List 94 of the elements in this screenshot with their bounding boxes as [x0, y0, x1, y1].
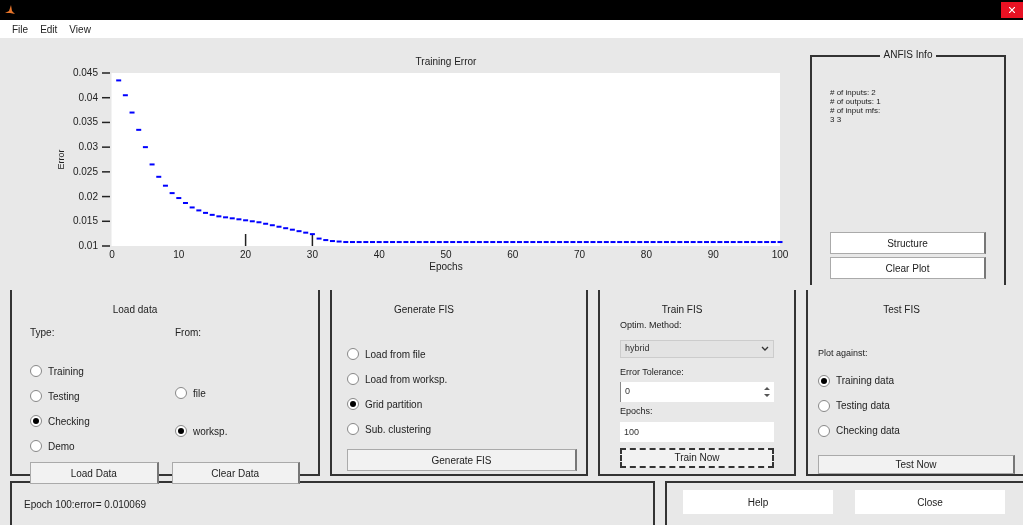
radio-label: Training data: [836, 374, 894, 388]
radio-label: Sub. clustering: [365, 422, 432, 437]
panel-title: Test FIS: [883, 303, 920, 317]
field-label: Epochs:: [620, 405, 654, 418]
x-tick-label: 20: [240, 249, 252, 260]
radio-label: Testing: [48, 389, 80, 404]
x-tick-label: 70: [574, 249, 586, 260]
data-point: [162, 184, 168, 187]
data-point: [116, 79, 122, 82]
spinner-icon: [764, 386, 770, 398]
push-button[interactable]: Generate FIS: [347, 449, 577, 471]
radio-button[interactable]: [30, 415, 42, 427]
x-tick-label: 100: [771, 249, 789, 260]
info-text: # of input mfs:: [830, 106, 882, 115]
train-button[interactable]: Train Now: [620, 447, 774, 468]
close-button[interactable]: [1001, 2, 1023, 18]
data-point: [122, 94, 128, 97]
y-tick-label: 0.03: [78, 141, 98, 153]
x-tick-label: 90: [707, 249, 719, 260]
x-tick-label: 60: [507, 249, 519, 260]
data-point: [176, 197, 182, 200]
radio-label: Checking: [48, 414, 90, 429]
radio-label: Training: [48, 364, 84, 379]
data-point: [142, 146, 148, 149]
info-text: # of inputs: 2: [830, 88, 877, 97]
radio-button[interactable]: [175, 425, 187, 437]
x-tick-label: 0: [109, 249, 115, 260]
panel-title: Train FIS: [661, 303, 703, 317]
menu-item[interactable]: Edit: [40, 21, 58, 37]
method-dropdown[interactable]: hybrid: [620, 339, 774, 358]
x-tick-label: 10: [173, 249, 185, 260]
menu-item[interactable]: File: [12, 21, 29, 37]
info-text: 3 3: [830, 115, 843, 124]
status-text: Epoch 100:error= 0.010069: [24, 499, 147, 510]
tolerance-field[interactable]: 0: [620, 382, 774, 402]
chart-title: Training Error: [415, 56, 477, 67]
field-label: Optim. Method:: [620, 319, 683, 332]
x-tick-label: 50: [440, 249, 452, 260]
radio-button[interactable]: [347, 348, 359, 360]
radio-button[interactable]: [30, 390, 42, 402]
x-tick-label: 30: [306, 249, 318, 260]
radio-label: Load from file: [365, 347, 426, 362]
data-point: [149, 163, 155, 166]
x-tick-label: 40: [373, 249, 385, 260]
y-tick-label: 0.035: [72, 116, 98, 128]
push-button[interactable]: Clear Data: [171, 462, 300, 484]
footer-button[interactable]: Close: [855, 490, 1005, 514]
y-tick-label: 0.045: [72, 67, 98, 78]
panel-title: Generate FIS: [394, 303, 454, 317]
push-button[interactable]: Load Data: [30, 462, 159, 484]
chevron-down-icon: [761, 345, 769, 352]
y-tick-label: 0.01: [78, 240, 98, 251]
data-point: [129, 111, 135, 114]
field-label: Error Tolerance:: [620, 365, 685, 379]
app-icon: [4, 4, 16, 16]
y-tick-label: 0.02: [78, 190, 98, 202]
push-button[interactable]: Structure: [830, 232, 986, 254]
radio-label: Demo: [48, 439, 75, 454]
radio-label: Grid partition: [365, 397, 423, 412]
data-point: [169, 192, 175, 195]
footer-button[interactable]: Help: [683, 490, 833, 514]
radio-label: worksp.: [193, 424, 228, 439]
y-tick-label: 0.04: [78, 91, 98, 103]
field-label: Plot against:: [818, 347, 869, 360]
radio-button[interactable]: [818, 399, 830, 412]
panel-title: ANFIS Info: [879, 50, 937, 60]
radio-button[interactable]: [30, 440, 42, 452]
close-icon: [1009, 7, 1015, 13]
push-button[interactable]: Clear Plot: [830, 257, 986, 279]
radio-label: Checking data: [836, 424, 900, 438]
data-point: [156, 175, 162, 178]
radio-button[interactable]: [818, 424, 830, 437]
y-axis-label: Error: [56, 149, 66, 170]
radio-label: Testing data: [836, 399, 890, 413]
radio-button[interactable]: [347, 423, 359, 435]
epochs-field[interactable]: 100: [620, 421, 774, 442]
info-text: # of outputs: 1: [830, 97, 882, 106]
push-button[interactable]: Test Now: [818, 454, 1015, 474]
field-label: From:: [175, 326, 203, 340]
field-label: Type:: [30, 326, 56, 340]
y-tick-label: 0.015: [72, 215, 98, 227]
radio-button[interactable]: [30, 365, 42, 377]
panel-title: Load data: [112, 303, 158, 317]
radio-button[interactable]: [347, 373, 359, 385]
radio-button[interactable]: [818, 374, 830, 387]
radio-label: Load from worksp.: [365, 372, 448, 387]
radio-label: file: [193, 386, 206, 401]
x-axis-label: Epochs: [429, 261, 463, 272]
x-tick-label: 80: [640, 249, 652, 260]
y-tick-label: 0.025: [72, 165, 98, 177]
menu-item[interactable]: View: [69, 21, 91, 37]
radio-button[interactable]: [347, 398, 359, 410]
data-point: [136, 128, 142, 131]
radio-button[interactable]: [175, 387, 187, 399]
